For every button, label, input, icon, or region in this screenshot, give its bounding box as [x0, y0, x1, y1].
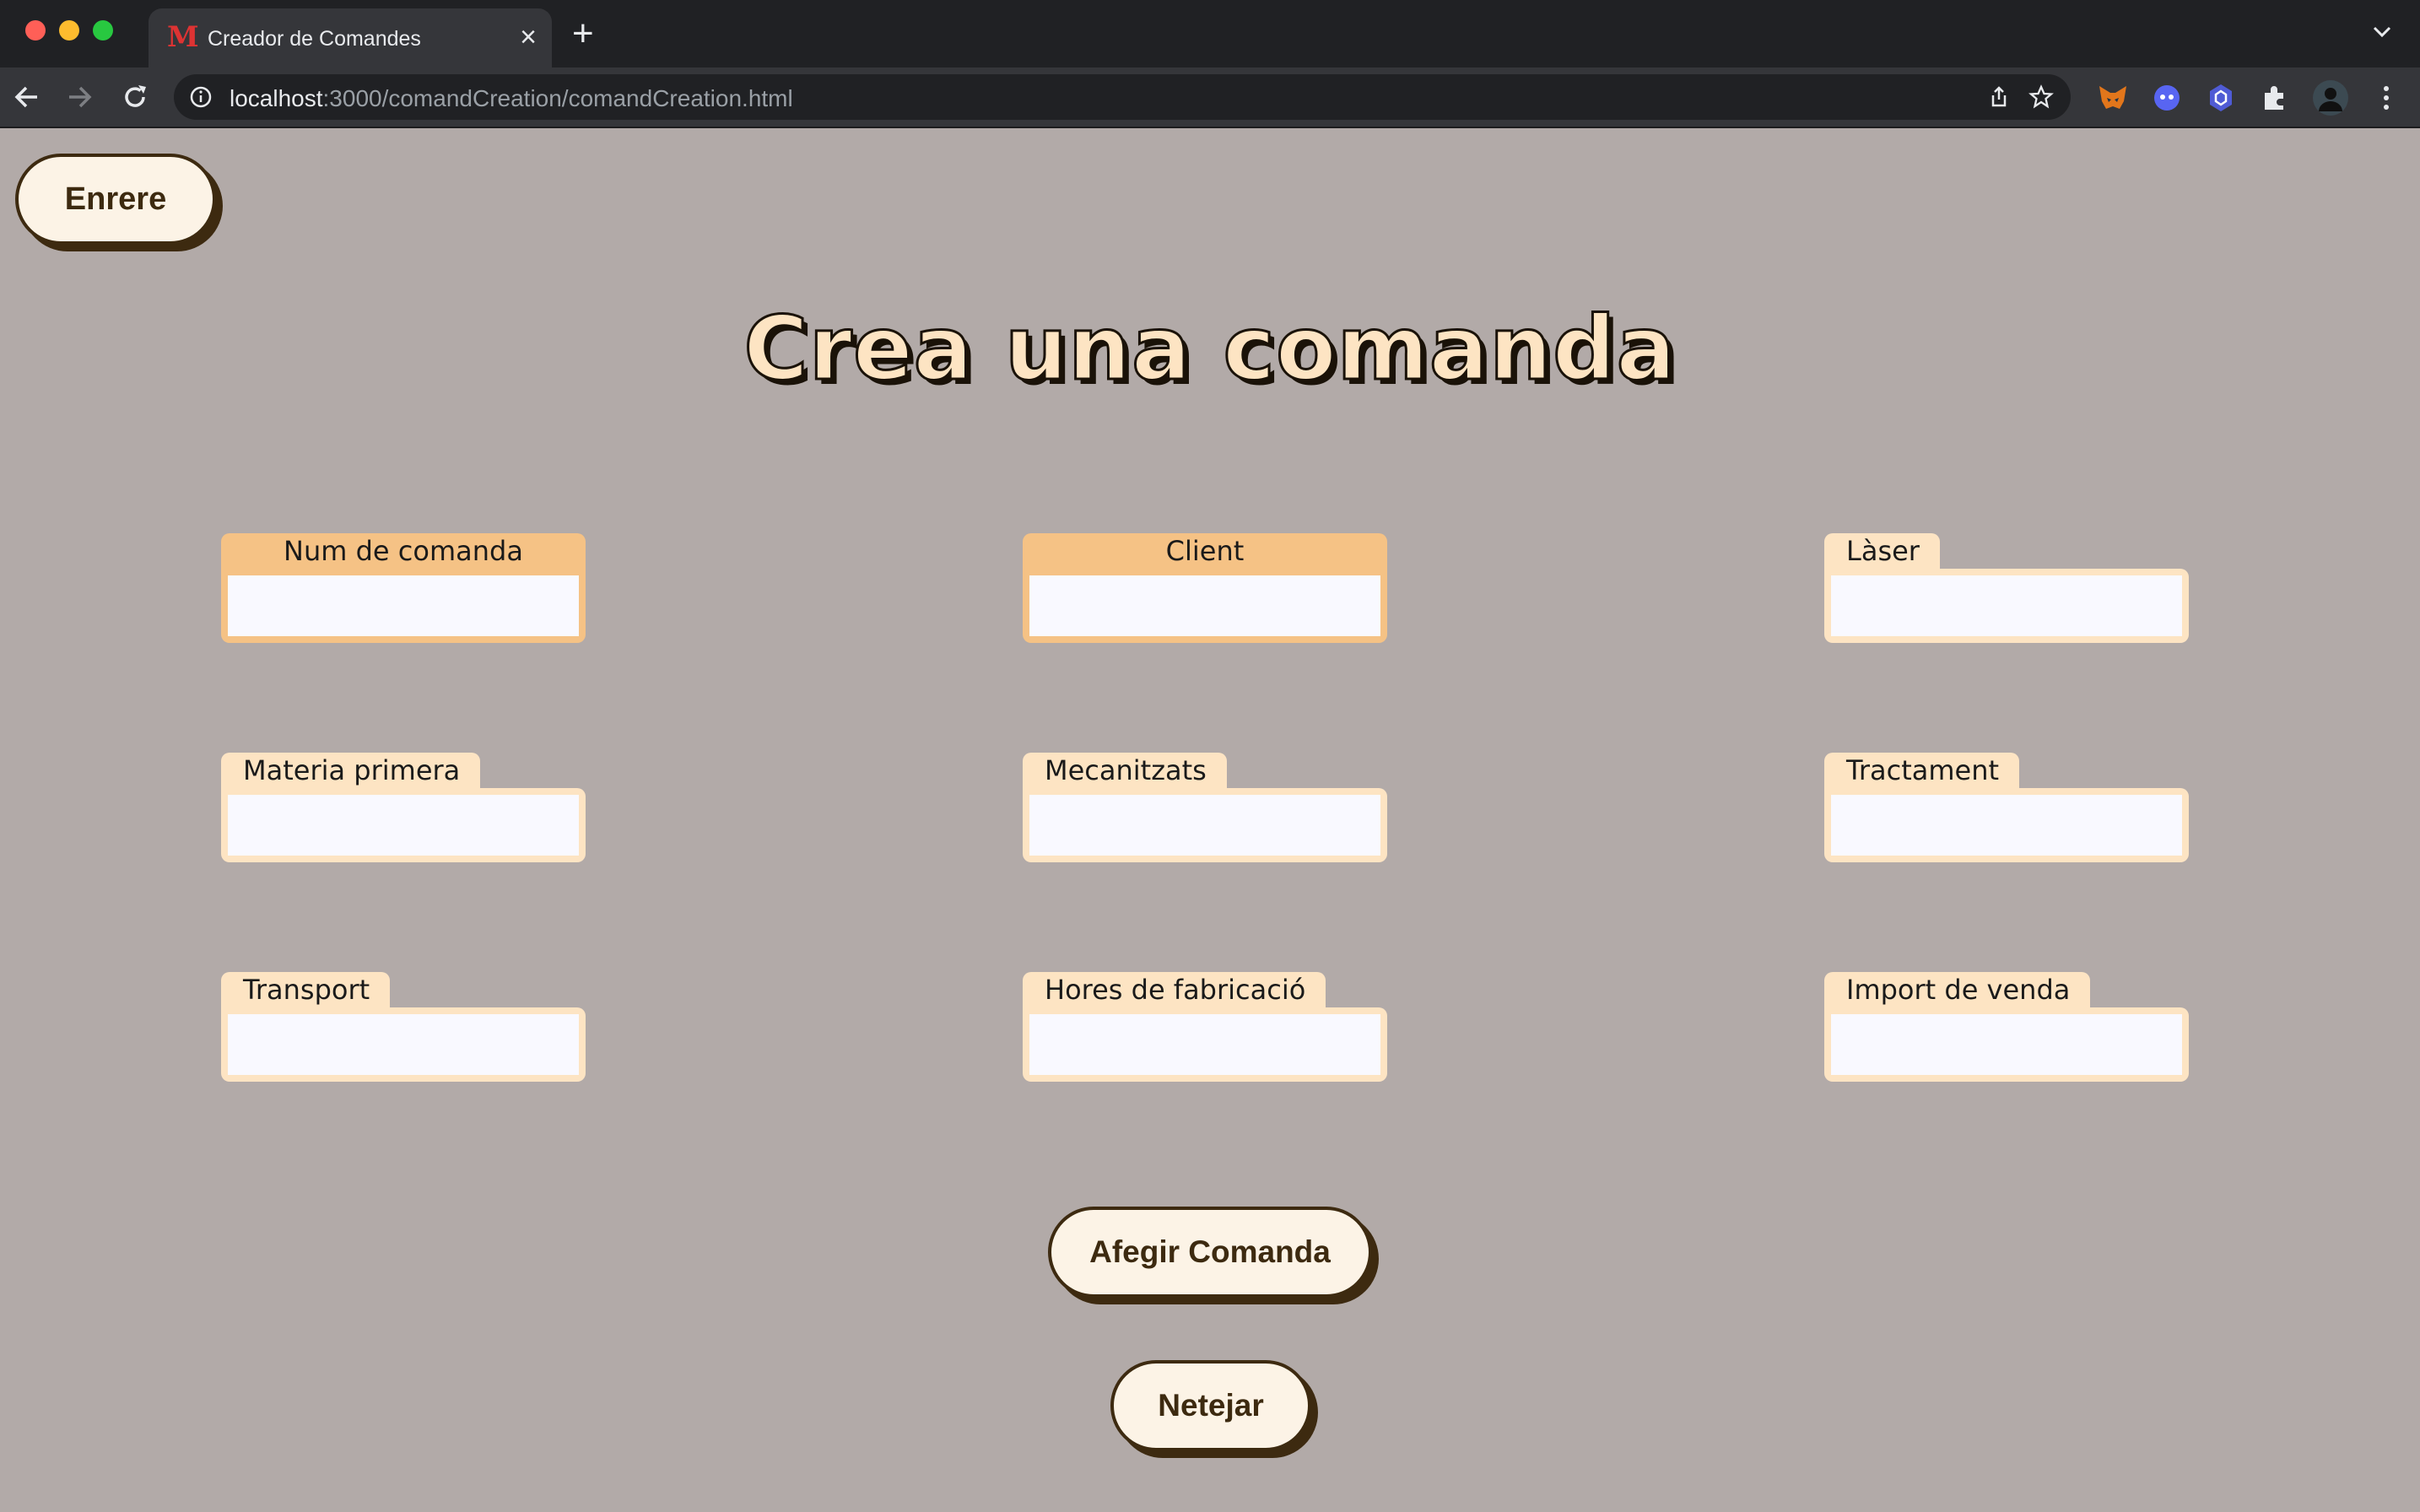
field-laser: Làser: [1824, 533, 2189, 643]
laser-input[interactable]: [1831, 575, 2182, 636]
field-label: Client: [1023, 533, 1387, 570]
forward-arrow-icon[interactable]: [64, 82, 95, 112]
field-label: Num de comanda: [221, 533, 586, 570]
hores-fabricacio-input[interactable]: [1029, 1014, 1380, 1075]
field-mecanitzats: Mecanitzats: [1023, 753, 1387, 862]
back-arrow-icon[interactable]: [12, 82, 42, 112]
site-info-icon[interactable]: [189, 85, 213, 109]
tab-close-icon[interactable]: ×: [520, 20, 537, 54]
back-button[interactable]: Enrere: [15, 154, 216, 245]
field-hores-fabricacio: Hores de fabricació: [1023, 972, 1387, 1082]
maximize-window-button[interactable]: [93, 20, 113, 40]
field-transport: Transport: [221, 972, 586, 1082]
num-comanda-input[interactable]: [228, 575, 579, 636]
chat-extension-icon[interactable]: [2150, 81, 2184, 115]
materia-primera-input[interactable]: [228, 795, 579, 856]
address-bar[interactable]: localhost:3000/comandCreation/comandCrea…: [174, 74, 2071, 120]
field-import-venda: Import de venda: [1824, 972, 2189, 1082]
profile-avatar[interactable]: [2312, 79, 2349, 116]
bookmark-star-icon[interactable]: [2028, 84, 2054, 110]
browser-titlebar: M Creador de Comandes × +: [0, 0, 2420, 68]
import-venda-input[interactable]: [1831, 1014, 2182, 1075]
field-tractament: Tractament: [1824, 753, 2189, 862]
tab-search-chevron-icon[interactable]: [2369, 19, 2395, 44]
field-label: Import de venda: [1824, 972, 2091, 1007]
share-icon[interactable]: [1986, 84, 2012, 110]
page-title: Crea una comanda: [743, 296, 1677, 402]
extensions-puzzle-icon[interactable]: [2258, 81, 2292, 115]
tab-title: Creador de Comandes: [208, 27, 421, 51]
reload-icon[interactable]: [120, 82, 150, 112]
favicon-icon: M: [167, 20, 199, 54]
field-materia-primera: Materia primera: [221, 753, 586, 862]
field-label: Materia primera: [221, 753, 481, 788]
field-label: Mecanitzats: [1023, 753, 1227, 788]
page-content: Enrere Crea una comanda Num de comanda C…: [0, 128, 2420, 1512]
hexagon-extension-icon[interactable]: [2204, 81, 2238, 115]
add-order-button[interactable]: Afegir Comanda: [1048, 1207, 1372, 1298]
url-text: localhost:3000/comandCreation/comandCrea…: [230, 85, 793, 111]
field-label: Hores de fabricació: [1023, 972, 1326, 1007]
browser-toolbar: localhost:3000/comandCreation/comandCrea…: [0, 68, 2420, 128]
field-label: Transport: [221, 972, 391, 1007]
field-label: Làser: [1824, 533, 1940, 569]
field-client: Client: [1023, 533, 1387, 643]
minimize-window-button[interactable]: [59, 20, 79, 40]
client-input[interactable]: [1029, 575, 1380, 636]
metamask-extension-icon[interactable]: [2096, 81, 2130, 115]
field-num-comanda: Num de comanda: [221, 533, 586, 643]
field-label: Tractament: [1824, 753, 2020, 788]
close-window-button[interactable]: [25, 20, 46, 40]
mecanitzats-input[interactable]: [1029, 795, 1380, 856]
new-tab-button[interactable]: +: [572, 14, 594, 54]
clear-button[interactable]: Netejar: [1110, 1360, 1311, 1451]
browser-tab-active[interactable]: M Creador de Comandes ×: [149, 8, 552, 68]
tractament-input[interactable]: [1831, 795, 2182, 856]
browser-menu-icon[interactable]: [2369, 81, 2403, 115]
transport-input[interactable]: [228, 1014, 579, 1075]
